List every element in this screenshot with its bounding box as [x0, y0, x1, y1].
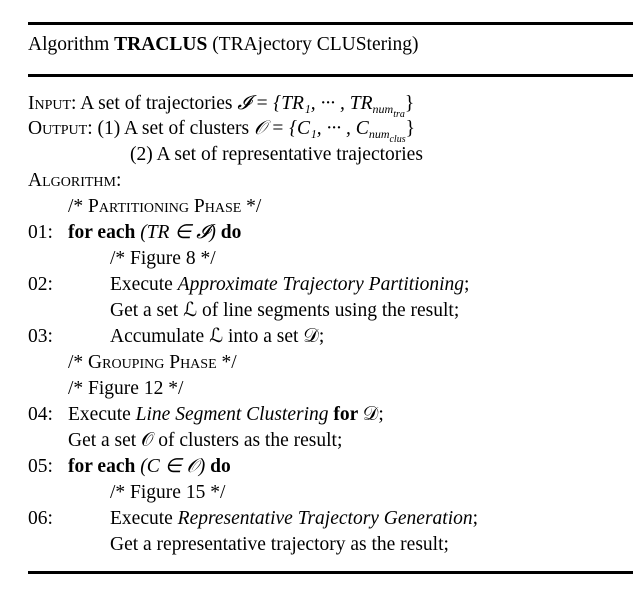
algorithm-line: /* Figure 8 */	[110, 248, 216, 270]
algorithm-label: Algorithm:	[28, 170, 122, 191]
algorithm-line: 06: Execute Representative Trajectory Gen…	[28, 508, 478, 530]
line-number: 04:	[28, 404, 53, 425]
input-math: 𝓘 = {TR₁, ··· , TR	[237, 93, 373, 114]
keyword: for each	[68, 456, 141, 477]
line-number: 06:	[28, 508, 53, 529]
algorithm-subtitle: (TRAjectory CLUStering)	[212, 34, 419, 55]
algorithm-line: 04: Execute Line Segment Clustering for 𝒟…	[28, 404, 384, 426]
line-text: Execute	[110, 508, 178, 529]
procedure-name: Representative Trajectory Generation	[177, 508, 473, 529]
line-text: /* Partitioning Phase */	[68, 196, 262, 217]
line-number: 02:	[28, 274, 53, 295]
algorithm-line: Get a representative trajectory as the r…	[110, 534, 449, 556]
algorithm-line: 03: Accumulate ℒ into a set 𝒟;	[28, 326, 324, 348]
algorithm-line: 01: for each (TR ∈ 𝓘) do	[28, 222, 241, 244]
line-text: ;	[464, 274, 470, 295]
line-text: Get a set ℒ of line segments using the r…	[110, 300, 460, 321]
line-text: /* Figure 8 */	[110, 248, 216, 269]
line-text: 𝒟;	[362, 404, 384, 425]
algorithm-line: /* Figure 15 */	[110, 482, 225, 504]
algorithm-line: /* Grouping Phase */	[68, 352, 237, 374]
output-1-text: (1) A set of clusters	[97, 118, 250, 139]
line-text: Get a representative trajectory as the r…	[110, 534, 449, 555]
algorithm-line: /* Partitioning Phase */	[68, 196, 261, 218]
line-text: Accumulate ℒ into a set 𝒟;	[110, 326, 325, 347]
algorithm-line: 05: for each (C ∈ 𝒪) do	[28, 456, 231, 478]
procedure-name: Line Segment Clustering	[135, 404, 329, 425]
line-text: ;	[472, 508, 479, 529]
line-number: 03:	[28, 326, 53, 347]
output-1-sub: num	[368, 127, 390, 141]
line-text: Execute	[110, 274, 178, 295]
output-1-math: 𝒪 = {C₁, ··· , C	[254, 118, 369, 139]
line-math: (C ∈ 𝒪)	[140, 456, 211, 477]
line-text: /* Figure 15 */	[110, 482, 226, 503]
top-rule	[28, 22, 633, 25]
keyword: do	[210, 456, 231, 477]
algorithm-line: /* Figure 12 */	[68, 378, 183, 400]
line-number: 01:	[28, 222, 53, 243]
line-math: (TR ∈ 𝓘)	[140, 222, 221, 243]
line-number: 05:	[28, 456, 53, 477]
input-label: Input:	[28, 93, 77, 114]
keyword: for each	[68, 222, 141, 243]
keyword: do	[220, 222, 242, 243]
procedure-name: Approximate Trajectory Partitioning	[177, 274, 465, 295]
title-prefix: Algorithm	[28, 34, 110, 55]
keyword: for	[328, 404, 363, 425]
input-text: A set of trajectories	[80, 93, 233, 114]
line-text: /* Grouping Phase */	[68, 352, 237, 373]
algorithm-title: Algorithm TRACLUS (TRAjectory CLUStering…	[28, 34, 419, 56]
output-label: Output:	[28, 118, 93, 139]
line-text: Execute	[68, 404, 136, 425]
algorithm-name: TRACLUS	[114, 34, 208, 55]
algorithm-line: Get a set 𝒪 of clusters as the result;	[68, 430, 342, 452]
algorithm-line: 02: Execute Approximate Trajectory Partit…	[28, 274, 469, 296]
output-line-2: (2) A set of representative trajectories	[130, 144, 423, 165]
bottom-rule	[28, 571, 633, 574]
line-text: /* Figure 12 */	[68, 378, 184, 399]
algorithm-line: Get a set ℒ of line segments using the r…	[110, 300, 459, 322]
input-sub: num	[372, 102, 394, 116]
title-rule	[28, 74, 633, 77]
line-text: Get a set 𝒪 of clusters as the result;	[68, 430, 343, 451]
